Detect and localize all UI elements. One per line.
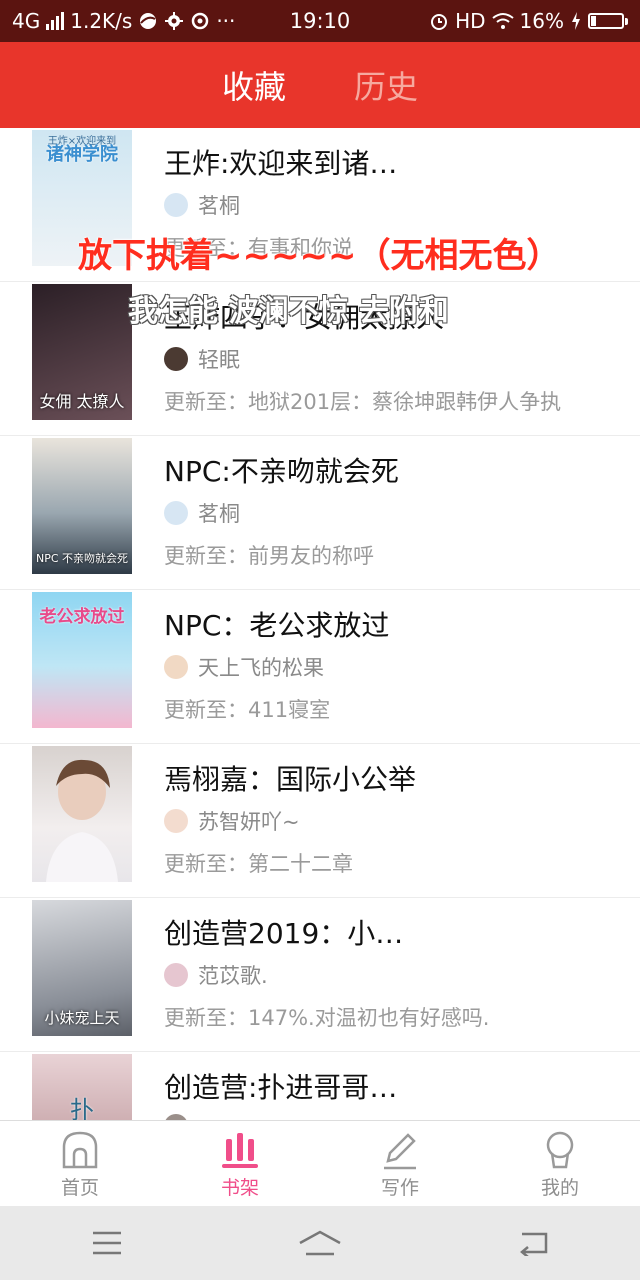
book-cover[interactable]: 女佣 太撩人 — [32, 284, 132, 420]
charging-icon — [572, 12, 580, 30]
update-line: 更新至：地狱201层：蔡徐坤跟韩伊人争执 — [164, 390, 562, 414]
battery-percent: 16% — [519, 9, 564, 33]
screen: 4G 1.2K/s ··· 19:10 HD 16% 收藏 历史 诸神学院 王炸… — [0, 0, 640, 1280]
bookshelf-icon — [222, 1133, 258, 1168]
update-line: 更新至：147%.对温初也有好感吗. — [164, 1006, 490, 1030]
hd-label: HD — [455, 9, 486, 33]
list-item[interactable]: 小妹宠上天 创造营2019：小… 范苡歌. 更新至：147%.对温初也有好感吗. — [0, 898, 640, 1052]
avatar — [164, 193, 188, 217]
nav-label: 我的 — [540, 1177, 579, 1199]
book-title: 焉栩嘉：国际小公举 — [164, 763, 417, 796]
status-left: 4G 1.2K/s ··· — [12, 9, 235, 33]
status-right: HD 16% — [429, 9, 628, 33]
book-title: NPC:不亲吻就会死 — [164, 455, 399, 488]
book-title: 创造营:扑进哥哥… — [164, 1071, 398, 1104]
speed-label: 1.2K/s — [70, 9, 133, 33]
profile-icon — [546, 1131, 574, 1169]
signal-icon — [46, 12, 65, 30]
update-line: 更新至：411寝室 — [164, 698, 331, 722]
bottom-navigation: 首页 书架 写作 我的 — [0, 1120, 640, 1207]
back-button[interactable] — [503, 1223, 563, 1263]
pen-icon — [384, 1133, 416, 1170]
list-item[interactable]: 焉栩嘉：国际小公举 苏智妍吖~ 更新至：第二十二章 — [0, 744, 640, 898]
book-title: 王炸:欢迎来到诸… — [164, 147, 398, 180]
alarm-icon — [431, 14, 448, 30]
book-cover[interactable]: 扑 — [32, 1054, 132, 1120]
menu-button[interactable] — [77, 1223, 137, 1263]
author-name: 轻眠 — [198, 348, 240, 372]
more-icon: ··· — [216, 9, 236, 33]
avatar — [164, 809, 188, 833]
tab-history[interactable]: 历史 — [354, 62, 418, 108]
avatar — [164, 963, 188, 987]
nav-item-bookshelf[interactable]: 书架 — [160, 1121, 320, 1207]
nav-label: 首页 — [60, 1177, 99, 1199]
browser-icon — [140, 13, 157, 29]
book-cover[interactable]: 小妹宠上天 — [32, 900, 132, 1036]
list-item[interactable]: 老公求放过 NPC：老公求放过 天上飞的松果 更新至：411寝室 — [0, 590, 640, 744]
cover-subtitle: 女佣 太撩人 — [39, 392, 125, 411]
author-name: 茗桐 — [198, 194, 240, 218]
author-row: 轻眠 — [164, 344, 240, 374]
status-bar: 4G 1.2K/s ··· 19:10 HD 16% — [0, 0, 640, 42]
avatar — [164, 347, 188, 371]
list-item[interactable]: 扑 创造营:扑进哥哥… — [0, 1052, 640, 1120]
nav-label: 写作 — [380, 1177, 419, 1199]
author-name: 苏智妍吖~ — [198, 810, 300, 834]
nav-label: 书架 — [220, 1177, 259, 1199]
book-title: 创造营2019：小… — [164, 917, 404, 950]
nav-item-profile[interactable]: 我的 — [480, 1121, 640, 1207]
list-item[interactable]: NPC 不亲吻就会死 NPC:不亲吻就会死 茗桐 更新至：前男友的称呼 — [0, 436, 640, 590]
avatar — [164, 501, 188, 525]
nav-item-home[interactable]: 首页 — [0, 1121, 160, 1207]
book-cover[interactable]: NPC 不亲吻就会死 — [32, 438, 132, 574]
cover-subtitle: NPC 不亲吻就会死 — [35, 552, 129, 565]
nav-item-write[interactable]: 写作 — [320, 1121, 480, 1207]
home-icon — [62, 1131, 98, 1169]
gear-icon — [165, 12, 184, 30]
system-navigation-bar — [0, 1206, 640, 1280]
author-name: 茗桐 — [198, 502, 240, 526]
author-row: 茗桐 — [164, 498, 240, 528]
cover-subtitle: 王炸×欢迎来到 — [47, 136, 117, 147]
menu-icon — [92, 1231, 121, 1255]
top-tab-bar: 收藏 历史 — [0, 42, 640, 128]
battery-icon — [588, 13, 628, 29]
author-name: 天上飞的松果 — [198, 656, 324, 680]
network-label: 4G — [12, 9, 41, 33]
author-name: 范苡歌. — [198, 964, 268, 988]
wifi-icon — [491, 13, 514, 29]
update-line: 更新至：第二十二章 — [164, 852, 353, 876]
weibo-icon — [192, 12, 209, 30]
book-cover[interactable]: 老公求放过 — [32, 592, 132, 728]
avatar — [164, 655, 188, 679]
overlay-text-line-2: 我怎能 波澜不惊 去附和 — [128, 294, 449, 329]
cover-subtitle: 小妹宠上天 — [44, 1009, 120, 1027]
author-row: 苏智妍吖~ — [164, 806, 300, 836]
book-cover[interactable] — [32, 746, 132, 882]
author-row: 茗桐 — [164, 190, 240, 220]
system-home-button[interactable] — [290, 1223, 350, 1263]
update-line: 更新至：前男友的称呼 — [164, 544, 374, 568]
author-row: 范苡歌. — [164, 960, 268, 990]
cover-portrait — [46, 759, 118, 882]
tab-favorites[interactable]: 收藏 — [222, 62, 286, 108]
author-row: 天上飞的松果 — [164, 652, 324, 682]
home-icon — [299, 1230, 341, 1256]
cover-title: 老公求放过 — [39, 607, 125, 627]
book-title: NPC：老公求放过 — [164, 609, 390, 642]
overlay-text-line-1: 放下执着~~~~~（无相无色） — [78, 236, 561, 276]
back-icon — [520, 1232, 548, 1256]
cover-title: 扑 — [70, 1096, 94, 1120]
